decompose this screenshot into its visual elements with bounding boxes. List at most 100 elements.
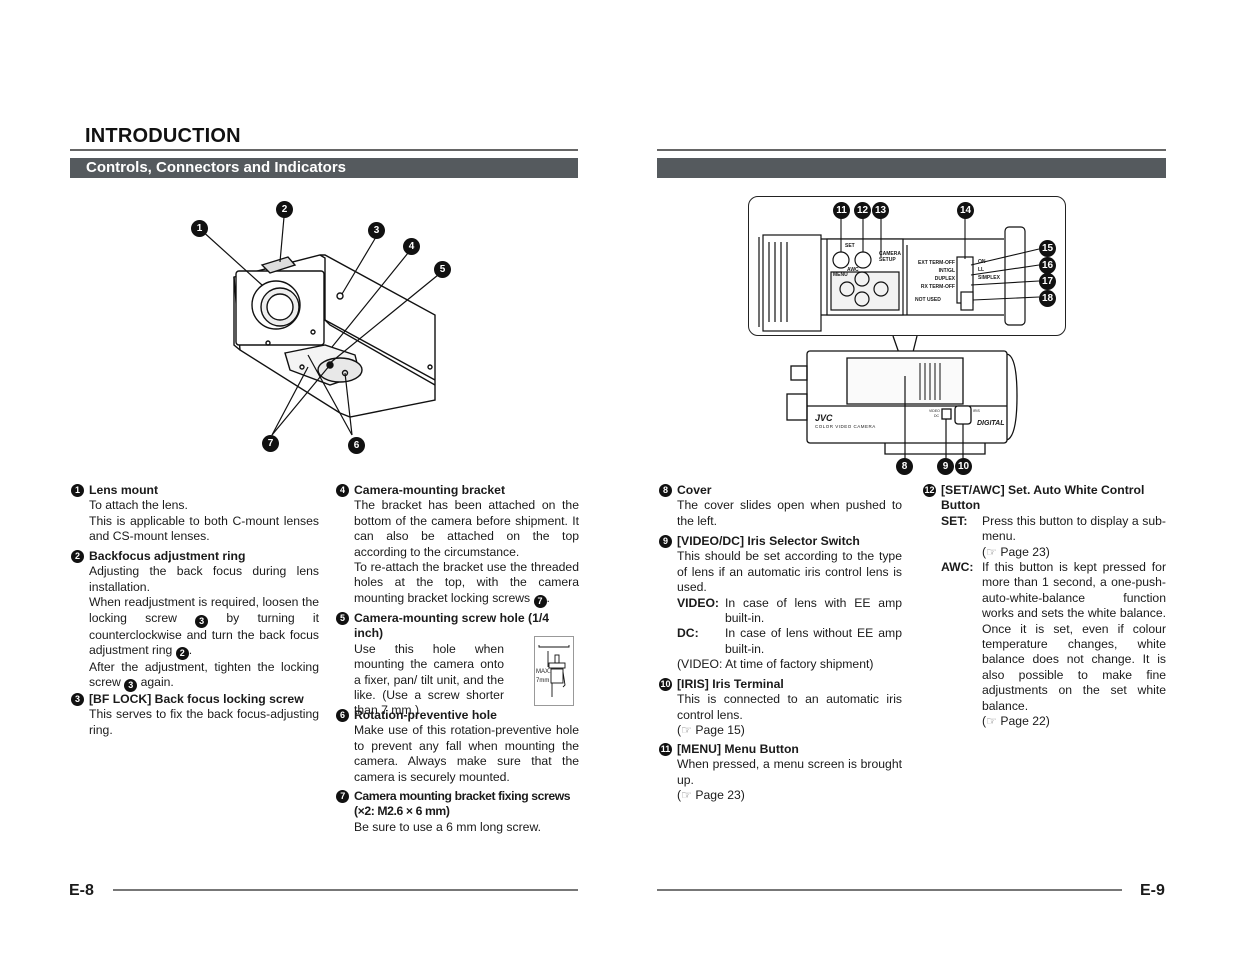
item-title: Backfocus adjustment ring [89,549,246,563]
footer-rule-right [657,889,1122,891]
item-text-composite: After the adjustment, tighten the lockin… [89,660,319,693]
option-key: AWC: [941,560,974,575]
item-number: 7 [336,790,349,803]
callout-9: 9 [937,458,954,475]
callout-3: 3 [368,222,385,239]
option-value: In case of lens without EE amp built-in. [725,626,902,656]
callout-15: 15 [1039,240,1056,257]
item-text: To attach the lens. [89,498,188,513]
camera-side-figure: JVC COLOR VIDEO CAMERA DIGITAL VIDEO DC … [785,335,1025,475]
ref-number: 7 [533,594,547,608]
callout-1: 1 [191,220,208,237]
pointing-hand-icon: ☞ [986,544,997,559]
ref-number: 2 [175,647,189,661]
option-key: SET: [941,513,968,528]
callout-12: 12 [854,202,871,219]
callout-10: 10 [955,458,972,475]
item-text: Adjusting the back focus during lens ins… [89,564,319,594]
label-ll: LL [978,267,985,273]
page-number-left: E-8 [69,882,94,899]
item-number: 11 [659,743,672,756]
item-iris-selector: 9 [VIDEO/DC] Iris Selector Switch This sh… [659,534,902,673]
item-text: This is applicable to both C-mount lense… [89,513,319,544]
item-number: 4 [336,484,349,497]
label-not-used: NOT USED [915,297,941,303]
dc-label: DC [934,414,940,418]
item-title: [SET/AWC] Set. Auto White Control Button [941,483,1145,513]
page-reference-label: Page 23 [695,788,741,803]
page-reference[interactable]: (☞ Page 23) [982,545,1050,559]
page-reference-label: Page 15 [695,723,741,738]
label-set: SET [845,243,855,249]
callout-14: 14 [957,202,974,219]
option-video: VIDEO: In case of lens with EE amp built-… [677,596,902,627]
iris-label: IRIS [973,409,980,413]
ref-number: 3 [124,679,138,693]
page-reference-label: Page 23 [1000,544,1046,559]
label-on: ON [978,259,986,265]
rear-panel-inset: 11 12 13 14 15 16 17 18 SET AWC MENU CAM… [748,196,1066,336]
item-text: This should be set according to the type… [677,549,902,595]
camera-front-figure: 1 2 3 4 5 7 6 [180,195,460,460]
item-number: 8 [659,484,672,497]
item-backfocus-ring: 2 Backfocus adjustment ring Adjusting the… [71,549,319,693]
digital-label: DIGITAL [977,420,1005,427]
item-number: 9 [659,535,672,548]
rear-panel-drawing [758,217,1040,332]
footer-rule-left [113,889,578,891]
callout-18: 18 [1039,290,1056,307]
page-title: INTRODUCTION [85,125,241,147]
item-text: When pressed, a menu screen is brought u… [677,757,902,787]
camera-side-drawing [786,335,1018,458]
callout-6: 6 [348,437,365,454]
item-number: 1 [71,484,84,497]
screw-length-inset: MAX. 7mm [534,636,574,706]
callout-17: 17 [1039,273,1056,290]
callout-8: 8 [896,458,913,475]
item-text: Be sure to use a 6 mm long screw. [354,819,541,834]
item-text: again. [140,675,174,690]
item-title: [BF LOCK] Back focus locking screw [89,692,304,706]
item-text-composite: When readjustment is required, loosen th… [89,595,319,661]
item-set-awc-button: 12 [SET/AWC] Set. Auto White Control Butt… [923,483,1166,730]
item-text: This serves to fix the back focus-adjust… [89,707,319,737]
option-value: In case of lens with EE amp built-in. [725,595,902,626]
callout-7: 7 [262,435,279,452]
page-reference[interactable]: (☞ Page 22) [982,714,1050,728]
pointing-hand-icon: ☞ [986,714,997,729]
option-value-block: Press this button to display a sub-menu.… [982,514,1166,560]
label-duplex: DUPLEX [934,276,955,282]
item-fixing-screws: 7 Camera mounting bracket fixing screws (… [336,789,579,835]
callout-13: 13 [872,202,889,219]
title-rule-right [657,149,1166,151]
title-rule [70,149,578,151]
page-reference[interactable]: (☞ Page 23) [677,788,902,803]
label-menu: MENU [833,272,848,278]
item-text: The cover slides open when pushed to the… [677,498,902,528]
item-bf-lock: 3 [BF LOCK] Back focus locking screw This… [71,692,319,738]
item-mounting-bracket: 4 Camera-mounting bracket The bracket has… [336,483,579,608]
item-title: Rotation-preventive hole [354,708,497,722]
label-rx-term: RX TERM-OFF [920,284,955,290]
item-title: Camera-mounting screw hole (1/4 inch) [354,611,550,641]
item-text: Make use of this rotation-preventive hol… [354,723,579,784]
item-cover: 8 Cover The cover slides open when pushed… [659,483,902,529]
callout-5: 5 [434,261,451,278]
item-title: Cover [677,483,712,497]
item-text: This is connected to an automatic iris c… [677,692,902,722]
callout-11: 11 [833,202,850,219]
item-title: [MENU] Menu Button [677,742,799,756]
ref-number: 3 [195,614,209,628]
page-reference-label: Page 22 [1000,714,1046,729]
option-value: Press this button to display a sub-menu. [982,513,1166,544]
item-menu-button: 11 [MENU] Menu Button When pressed, a men… [659,742,902,804]
item-title: [IRIS] Iris Terminal [677,677,784,691]
section-header-band-right [657,158,1166,178]
item-title: Camera mounting bracket fixing screws (×… [354,789,571,819]
option-set: SET: Press this button to display a sub-… [941,514,1166,560]
label-simplex: SIMPLEX [978,275,1000,281]
page-reference[interactable]: (☞ Page 15) [677,723,902,738]
item-number: 2 [71,550,84,563]
item-screw-hole: 5 Camera-mounting screw hole (1/4 inch) U… [336,611,579,719]
item-title: Camera-mounting bracket [354,483,506,497]
